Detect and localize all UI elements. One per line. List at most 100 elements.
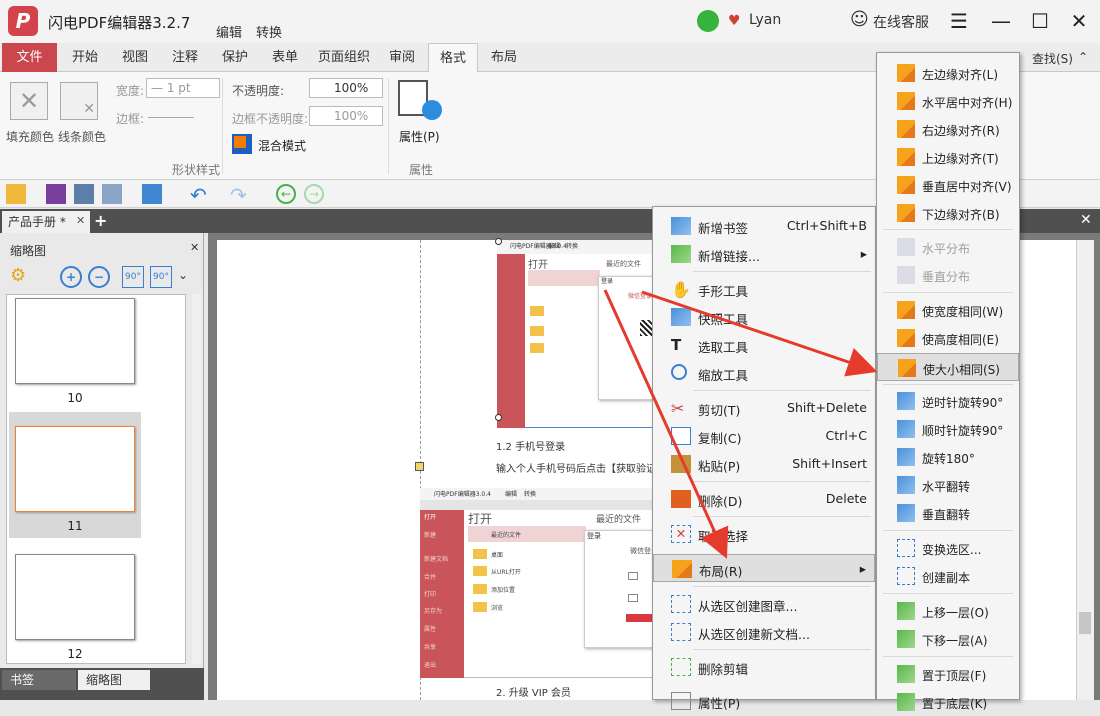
ctx-layout[interactable]: 布局(R) ▸ [653,554,875,582]
service-smile-icon[interactable]: ☺ [850,9,869,30]
blend-mode-icon[interactable] [232,134,252,154]
sub-same-size[interactable]: 使大小相同(S) [877,353,1019,381]
sub-rotate-ccw[interactable]: 逆时针旋转90° [877,387,1019,415]
thumbnail-page-11[interactable] [15,426,135,512]
sub-align-vcenter[interactable]: 垂直居中对齐(V) [877,171,1019,199]
menu-hamburger-icon[interactable]: ☰ [946,8,972,34]
sub-flip-vertical[interactable]: 垂直翻转 [877,499,1019,527]
ctx-cut[interactable]: ✂ 剪切(T) Shift+Delete [653,394,875,422]
thumbnail-page-12[interactable] [15,554,135,640]
ctx-delete-clip[interactable]: 删除剪辑 [653,653,875,681]
find-label[interactable]: 查找(S) [1032,50,1073,67]
ctx-hand-tool[interactable]: ✋ 手形工具 [653,275,875,303]
sub-bring-to-front[interactable]: 置于顶层(F) [877,660,1019,688]
sub-align-right[interactable]: 右边缘对齐(R) [877,115,1019,143]
minimize-button[interactable]: — [988,8,1014,34]
border-style-dropdown[interactable] [148,117,194,118]
selection-handle[interactable] [495,238,502,245]
rotate-left-icon[interactable]: 90° [122,266,144,288]
ctx-snapshot-tool[interactable]: 快照工具 [653,303,875,331]
tab-bookmarks[interactable]: 书签 [2,670,76,690]
open-folder-icon[interactable] [6,184,26,204]
ctx-create-document[interactable]: 从选区创建新文档... [653,618,875,646]
maximize-button[interactable]: ☐ [1027,8,1053,34]
sub-align-left[interactable]: 左边缘对齐(L) [877,59,1019,87]
sub-rotate-cw[interactable]: 顺时针旋转90° [877,415,1019,443]
tab-annotate[interactable]: 注释 [162,43,208,72]
sub-rotate-180[interactable]: 旋转180° [877,443,1019,471]
fill-color-swatch[interactable]: ✕ [10,82,48,120]
close-window-button[interactable]: ✕ [1066,8,1092,34]
redo-icon[interactable]: ↷ [230,183,247,207]
undo-icon[interactable]: ↶ [190,183,207,207]
ribbon-collapse-icon[interactable]: ⌃ [1078,50,1088,64]
sub-create-copy[interactable]: 创建副本 [877,562,1019,590]
zoom-in-icon[interactable]: + [60,266,82,288]
ctx-zoom-tool[interactable]: 缩放工具 [653,359,875,387]
ctx-paste[interactable]: 粘贴(P) Shift+Insert [653,450,875,478]
close-all-icon[interactable]: ✕ [1080,212,1092,228]
selection-handle[interactable] [415,462,424,471]
sub-send-backward[interactable]: 下移一层(A) [877,625,1019,653]
sub-distribute-horizontal[interactable]: 水平分布 [877,233,1019,261]
online-service-link[interactable]: 在线客服 [873,12,929,32]
back-icon[interactable]: ← [276,184,296,204]
tab-file[interactable]: 文件 [2,43,57,72]
properties-button[interactable]: 属性(P) [399,128,440,145]
tab-review[interactable]: 审阅 [380,43,424,72]
zoom-out-icon[interactable]: − [88,266,110,288]
close-tab-icon[interactable]: ✕ [76,214,85,227]
blend-mode-button[interactable]: 混合模式 [258,137,306,154]
email-icon[interactable] [102,184,122,204]
sub-flip-horizontal[interactable]: 水平翻转 [877,471,1019,499]
thumbnail-page-10[interactable] [15,298,135,384]
tab-format[interactable]: 格式 [428,43,478,73]
save-icon[interactable] [46,184,66,204]
ctx-properties[interactable]: 属性(P) [653,687,875,715]
more-chevron-icon[interactable]: ⌄ [178,268,188,282]
sub-distribute-vertical[interactable]: 垂直分布 [877,261,1019,289]
tab-layout[interactable]: 布局 [482,43,526,72]
ctx-create-stamp[interactable]: 从选区创建图章... [653,590,875,618]
ctx-delete[interactable]: 删除(D) Delete [653,485,875,513]
wechat-icon[interactable] [697,10,719,32]
ctx-select-tool[interactable]: T 选取工具 [653,331,875,359]
tab-protect[interactable]: 保护 [212,43,258,72]
line-color-swatch[interactable]: ✕ [60,82,98,120]
sub-bring-forward[interactable]: 上移一层(O) [877,597,1019,625]
ctx-deselect[interactable]: ✕ 取消选择 [653,520,875,548]
ctx-copy[interactable]: 复制(C) Ctrl+C [653,422,875,450]
sub-same-width[interactable]: 使宽度相同(W) [877,296,1019,324]
line-color-label[interactable]: 线条颜色 [58,128,106,145]
fill-color-label[interactable]: 填充颜色 [6,128,54,145]
tab-page-organize[interactable]: 页面组织 [314,43,374,72]
properties-icon[interactable] [398,80,442,124]
title-menu-convert[interactable]: 转换 [256,22,282,41]
username[interactable]: Lyan [749,12,781,28]
sub-transform-selection[interactable]: 变换选区... [877,534,1019,562]
new-tab-icon[interactable]: + [94,211,107,230]
sub-same-height[interactable]: 使高度相同(E) [877,324,1019,352]
rotate-right-icon[interactable]: 90° [150,266,172,288]
sub-send-to-back[interactable]: 置于底层(K) [877,688,1019,716]
opacity-dropdown[interactable]: 100% [309,78,383,98]
thumbnail-scrollbar[interactable] [192,294,201,664]
sub-align-hcenter[interactable]: 水平居中对齐(H) [877,87,1019,115]
sub-align-bottom[interactable]: 下边缘对齐(B) [877,199,1019,227]
border-opacity-dropdown[interactable]: 100% [309,106,383,126]
upload-icon[interactable] [142,184,162,204]
tab-thumbnails[interactable]: 缩略图 [78,670,150,690]
tab-form[interactable]: 表单 [262,43,308,72]
scrollbar-thumb[interactable] [1079,612,1091,634]
ctx-new-link[interactable]: 新增链接... ▸ [653,240,875,268]
title-menu-edit[interactable]: 编辑 [216,22,242,41]
sub-align-top[interactable]: 上边缘对齐(T) [877,143,1019,171]
print-icon[interactable] [74,184,94,204]
settings-gear-icon[interactable]: ⚙ [10,265,34,287]
tab-start[interactable]: 开始 [62,43,108,72]
panel-close-icon[interactable]: ✕ [190,241,199,254]
width-dropdown[interactable]: — 1 pt [146,78,220,98]
forward-icon[interactable]: → [304,184,324,204]
selection-handle[interactable] [495,414,502,421]
tab-view[interactable]: 视图 [112,43,158,72]
